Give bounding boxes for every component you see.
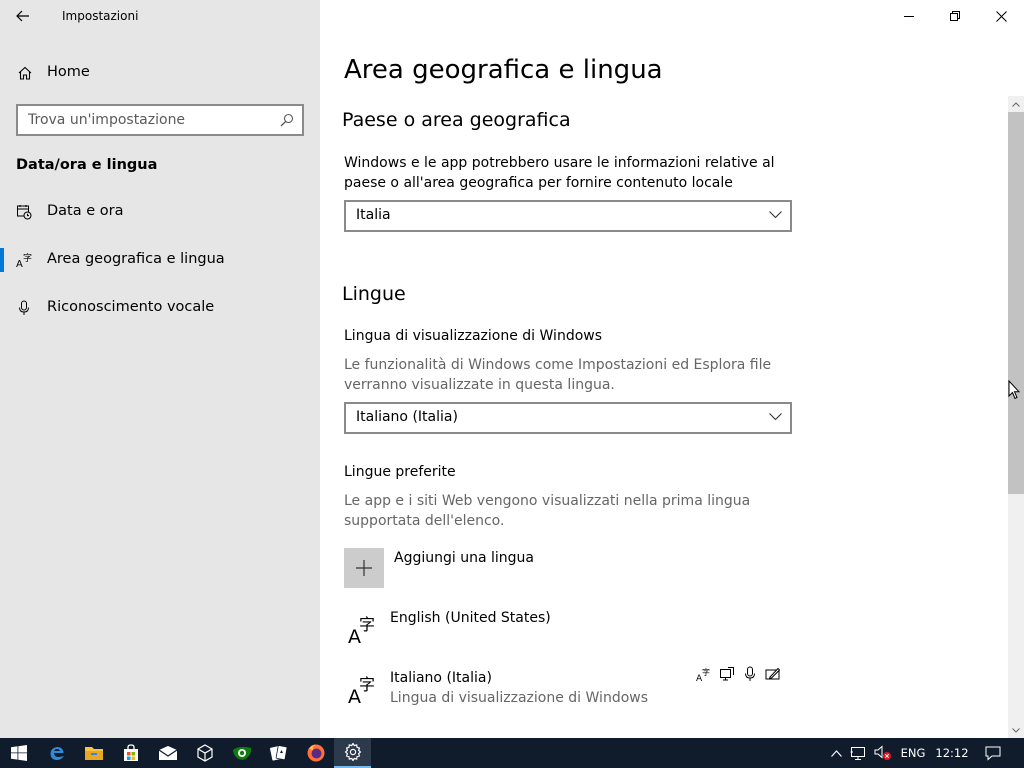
chevron-up-icon — [1012, 101, 1020, 107]
taskbar-xbox-button[interactable] — [223, 738, 260, 768]
show-hidden-icons-button[interactable] — [826, 738, 846, 768]
taskbar-solitaire-button[interactable] — [260, 738, 297, 768]
language-item-english[interactable]: A 字 English (United States) — [344, 610, 784, 660]
restore-icon — [950, 11, 960, 21]
taskbar-file-explorer-button[interactable] — [75, 738, 112, 768]
settings-icon — [344, 743, 361, 761]
svg-text:字: 字 — [702, 667, 710, 677]
file-explorer-icon — [84, 747, 103, 760]
dropdown-value: Italia — [356, 207, 391, 223]
network-tray-button[interactable] — [848, 738, 870, 768]
taskbar: ENG 12:12 — [0, 738, 1024, 768]
sidebar-item-label: Home — [47, 64, 90, 80]
svg-text:字: 字 — [359, 615, 375, 634]
network-icon — [850, 746, 865, 760]
search-placeholder: Trova un'impostazione — [28, 112, 186, 128]
taskbar-mail-button[interactable] — [149, 738, 186, 768]
scrollbar-thumb[interactable] — [1008, 112, 1024, 494]
store-icon — [123, 744, 138, 761]
sidebar-section-title: Data/ora e lingua — [16, 157, 158, 173]
home-icon — [18, 66, 32, 80]
display-language-description: Le funzionalità di Windows come Impostaz… — [344, 357, 772, 393]
close-icon — [995, 10, 1007, 22]
minimize-button[interactable] — [886, 0, 932, 32]
svg-text:字: 字 — [359, 675, 375, 694]
edge-icon — [50, 747, 64, 760]
active-indicator — [0, 248, 4, 272]
calendar-clock-icon — [17, 205, 32, 220]
app-title: Impostazioni — [62, 9, 139, 23]
add-language-label[interactable]: Aggiungi una lingua — [394, 550, 534, 566]
languages-heading: Lingue — [342, 283, 406, 305]
language-icon: A 字 — [348, 675, 375, 706]
taskbar-edge-button[interactable] — [38, 738, 75, 768]
speech-icon — [742, 666, 758, 682]
language-feature-icons: A字 — [696, 666, 781, 682]
sidebar-item-area-geografica-e-lingua[interactable]: A 字 Area geografica e lingua — [0, 240, 320, 280]
sidebar: Impostazioni Home Trova un'impostazione … — [0, 0, 320, 738]
taskbar-3d-viewer-button[interactable] — [186, 738, 223, 768]
chevron-down-icon — [1012, 727, 1020, 733]
svg-text:A: A — [16, 259, 23, 268]
chevron-down-icon — [769, 413, 782, 421]
display-language-label: Lingua di visualizzazione di Windows — [344, 328, 603, 344]
scroll-down-button[interactable] — [1008, 722, 1024, 738]
taskbar-firefox-button[interactable] — [297, 738, 334, 768]
notifications-icon — [985, 746, 1001, 761]
sidebar-item-riconoscimento-vocale[interactable]: Riconoscimento vocale — [0, 288, 320, 328]
windows-start-icon — [10, 745, 27, 761]
sidebar-item-label: Area geografica e lingua — [47, 251, 225, 267]
page-title: Area geografica e lingua — [344, 55, 663, 85]
chevron-down-icon — [769, 211, 782, 219]
sidebar-item-data-e-ora[interactable]: Data e ora — [0, 192, 320, 232]
input-language-indicator[interactable]: ENG — [896, 738, 930, 768]
close-button[interactable] — [978, 0, 1024, 32]
xbox-icon — [232, 746, 251, 760]
language-pack-icon: A字 — [696, 666, 712, 682]
dropdown-value: Italiano (Italia) — [356, 409, 458, 425]
3d-viewer-icon — [196, 744, 213, 762]
mail-icon — [158, 746, 177, 760]
back-button[interactable] — [8, 2, 38, 30]
language-name: Italiano (Italia) — [390, 670, 492, 686]
language-icon: A 字 — [16, 252, 32, 268]
display-icon — [719, 666, 735, 682]
preferred-languages-label: Lingue preferite — [344, 464, 456, 480]
sidebar-item-home[interactable]: Home — [0, 56, 320, 90]
preferred-languages-description: Le app e i siti Web vengono visualizzati… — [344, 493, 751, 529]
chevron-up-icon — [830, 749, 842, 757]
microphone-icon — [19, 300, 29, 315]
svg-text:字: 字 — [23, 252, 32, 264]
sidebar-item-label: Riconoscimento vocale — [47, 299, 215, 315]
vertical-scrollbar[interactable] — [1008, 96, 1024, 738]
volume-tray-button[interactable] — [872, 738, 894, 768]
handwriting-icon — [765, 666, 781, 682]
display-language-dropdown[interactable]: Italiano (Italia) — [344, 402, 792, 434]
back-arrow-icon — [16, 10, 29, 22]
clock[interactable]: 12:12 — [932, 738, 972, 768]
plus-icon — [356, 560, 372, 576]
solitaire-icon — [269, 745, 287, 761]
country-region-dropdown[interactable]: Italia — [344, 200, 792, 232]
firefox-icon — [307, 744, 324, 762]
scroll-up-button[interactable] — [1008, 96, 1024, 112]
taskbar-store-button[interactable] — [112, 738, 149, 768]
action-center-button[interactable] — [976, 738, 1010, 768]
search-icon — [280, 113, 294, 127]
region-heading: Paese o area geografica — [342, 109, 571, 131]
volume-muted-icon — [874, 745, 891, 760]
minimize-icon — [904, 16, 914, 17]
mouse-cursor-icon — [1008, 380, 1020, 400]
add-language-button[interactable] — [344, 548, 384, 588]
taskbar-settings-button[interactable] — [334, 738, 371, 768]
language-name: English (United States) — [390, 610, 551, 626]
restore-button[interactable] — [932, 0, 978, 32]
start-button[interactable] — [0, 738, 37, 768]
language-subtitle: Lingua di visualizzazione di Windows — [390, 690, 649, 706]
search-input[interactable]: Trova un'impostazione — [16, 104, 304, 136]
main-pane: Area geografica e lingua Paese o area ge… — [320, 0, 1024, 738]
language-icon: A 字 — [348, 615, 375, 646]
region-description: Windows e le app potrebbero usare le inf… — [344, 155, 775, 191]
sidebar-item-label: Data e ora — [47, 203, 124, 219]
